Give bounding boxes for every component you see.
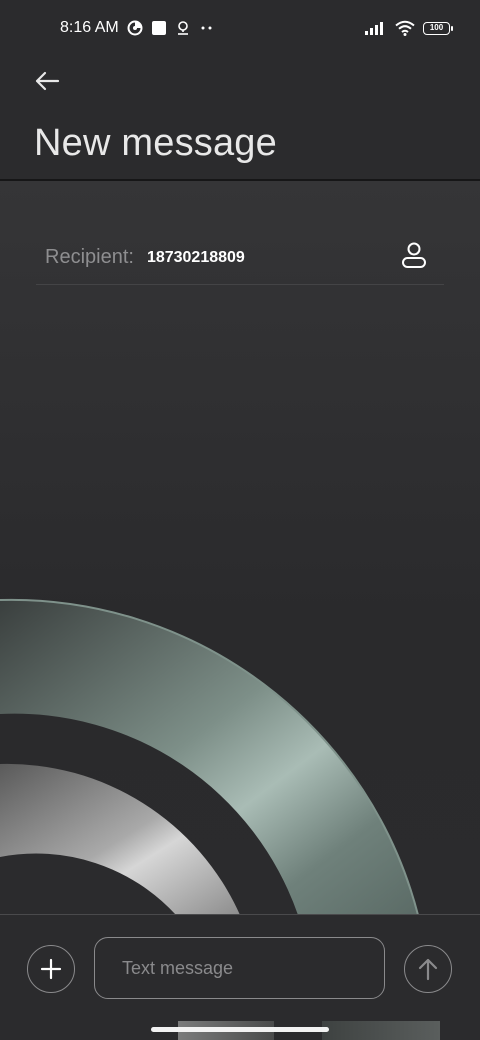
compose-bar <box>0 914 480 1040</box>
status-left: 8:16 AM <box>60 19 215 37</box>
wallpaper-peek-right <box>322 1021 440 1040</box>
recipient-number[interactable]: 18730218809 <box>147 249 245 267</box>
message-content-area: Recipient: 18730218809 <box>0 181 480 915</box>
wallpaper-silver-ring <box>0 763 240 915</box>
arrow-up-icon <box>418 958 438 981</box>
more-dots-icon <box>199 20 215 36</box>
wifi-icon <box>395 20 415 36</box>
battery-icon: 100 <box>423 21 453 35</box>
location-pin-icon <box>175 20 191 36</box>
home-indicator[interactable] <box>151 1027 329 1032</box>
square-notification-icon <box>151 20 167 36</box>
data-saver-icon <box>127 20 143 36</box>
message-input[interactable] <box>94 937 385 999</box>
title-divider <box>0 179 480 181</box>
status-bar: 8:16 AM 100 <box>0 0 480 56</box>
status-time: 8:16 AM <box>60 19 119 36</box>
page-title: New message <box>34 122 277 164</box>
back-button[interactable] <box>28 62 66 100</box>
attach-button[interactable] <box>27 945 75 993</box>
contact-picker-button[interactable] <box>398 239 430 271</box>
plus-icon <box>40 958 62 980</box>
person-icon <box>402 242 426 268</box>
recipient-row[interactable]: Recipient: 18730218809 <box>36 231 444 285</box>
send-button[interactable] <box>404 945 452 993</box>
signal-bars-icon <box>365 21 387 35</box>
status-right: 100 <box>365 20 453 36</box>
arrow-left-icon <box>35 71 60 91</box>
recipient-label: Recipient: <box>45 246 134 268</box>
wallpaper-arcs <box>0 598 419 915</box>
